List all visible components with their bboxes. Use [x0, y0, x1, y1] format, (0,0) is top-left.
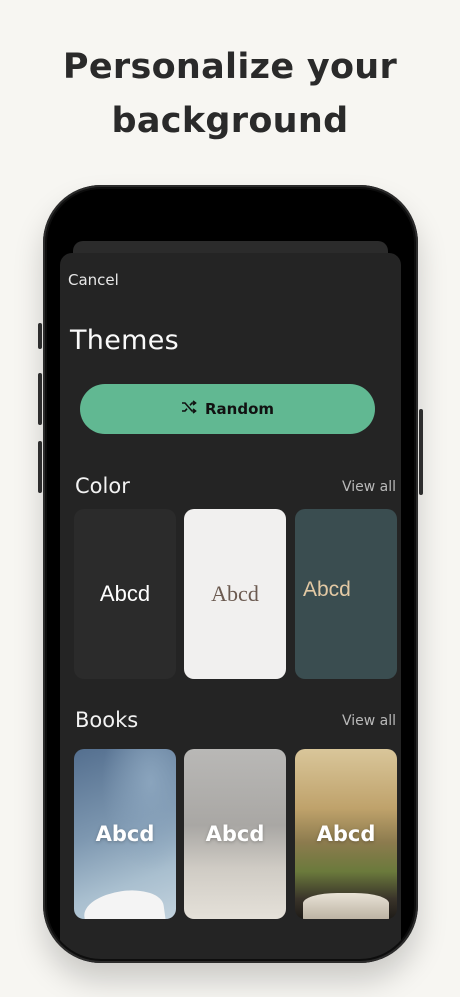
cancel-button[interactable]: Cancel	[68, 271, 119, 289]
random-button-label: Random	[204, 400, 275, 418]
promo-headline: Personalize your background	[0, 40, 460, 148]
books-view-all-link[interactable]: View all	[342, 713, 396, 729]
random-button[interactable]: Random	[80, 384, 375, 434]
page-title: Themes	[70, 325, 179, 356]
promo-headline-line-1: Personalize your	[62, 47, 398, 87]
power-button	[419, 409, 423, 495]
theme-card-label: Abcd	[211, 581, 259, 606]
books-theme-card-pages[interactable]: Abcd	[184, 749, 286, 919]
phone-frame: Cancel Themes Random Color View all Abcd…	[38, 185, 423, 963]
books-theme-card-sunset[interactable]: Abcd	[295, 749, 397, 919]
color-view-all-link[interactable]: View all	[342, 479, 396, 495]
theme-card-label: Abcd	[95, 822, 155, 846]
open-book-graphic	[303, 893, 389, 919]
books-section-title: Books	[75, 708, 139, 732]
volume-up-button	[38, 373, 42, 425]
color-section-title: Color	[75, 474, 130, 498]
promo-headline-line-2: background	[111, 101, 349, 141]
color-theme-card-teal[interactable]: Abcd	[295, 509, 397, 679]
shuffle-icon	[181, 400, 197, 418]
theme-card-label: Abcd	[316, 822, 376, 846]
volume-down-button	[38, 441, 42, 493]
themes-sheet: Cancel Themes Random Color View all Abcd…	[60, 253, 401, 959]
phone-screen: Cancel Themes Random Color View all Abcd…	[47, 189, 414, 959]
theme-card-label: Abcd	[99, 581, 151, 606]
color-theme-card-light[interactable]: Abcd	[184, 509, 286, 679]
mute-switch	[38, 323, 42, 349]
theme-card-label: Abcd	[303, 578, 351, 601]
color-theme-card-dark[interactable]: Abcd	[74, 509, 176, 679]
theme-card-label: Abcd	[205, 822, 265, 846]
books-theme-card-sky[interactable]: Abcd	[74, 749, 176, 919]
book-page-graphic	[81, 885, 167, 919]
